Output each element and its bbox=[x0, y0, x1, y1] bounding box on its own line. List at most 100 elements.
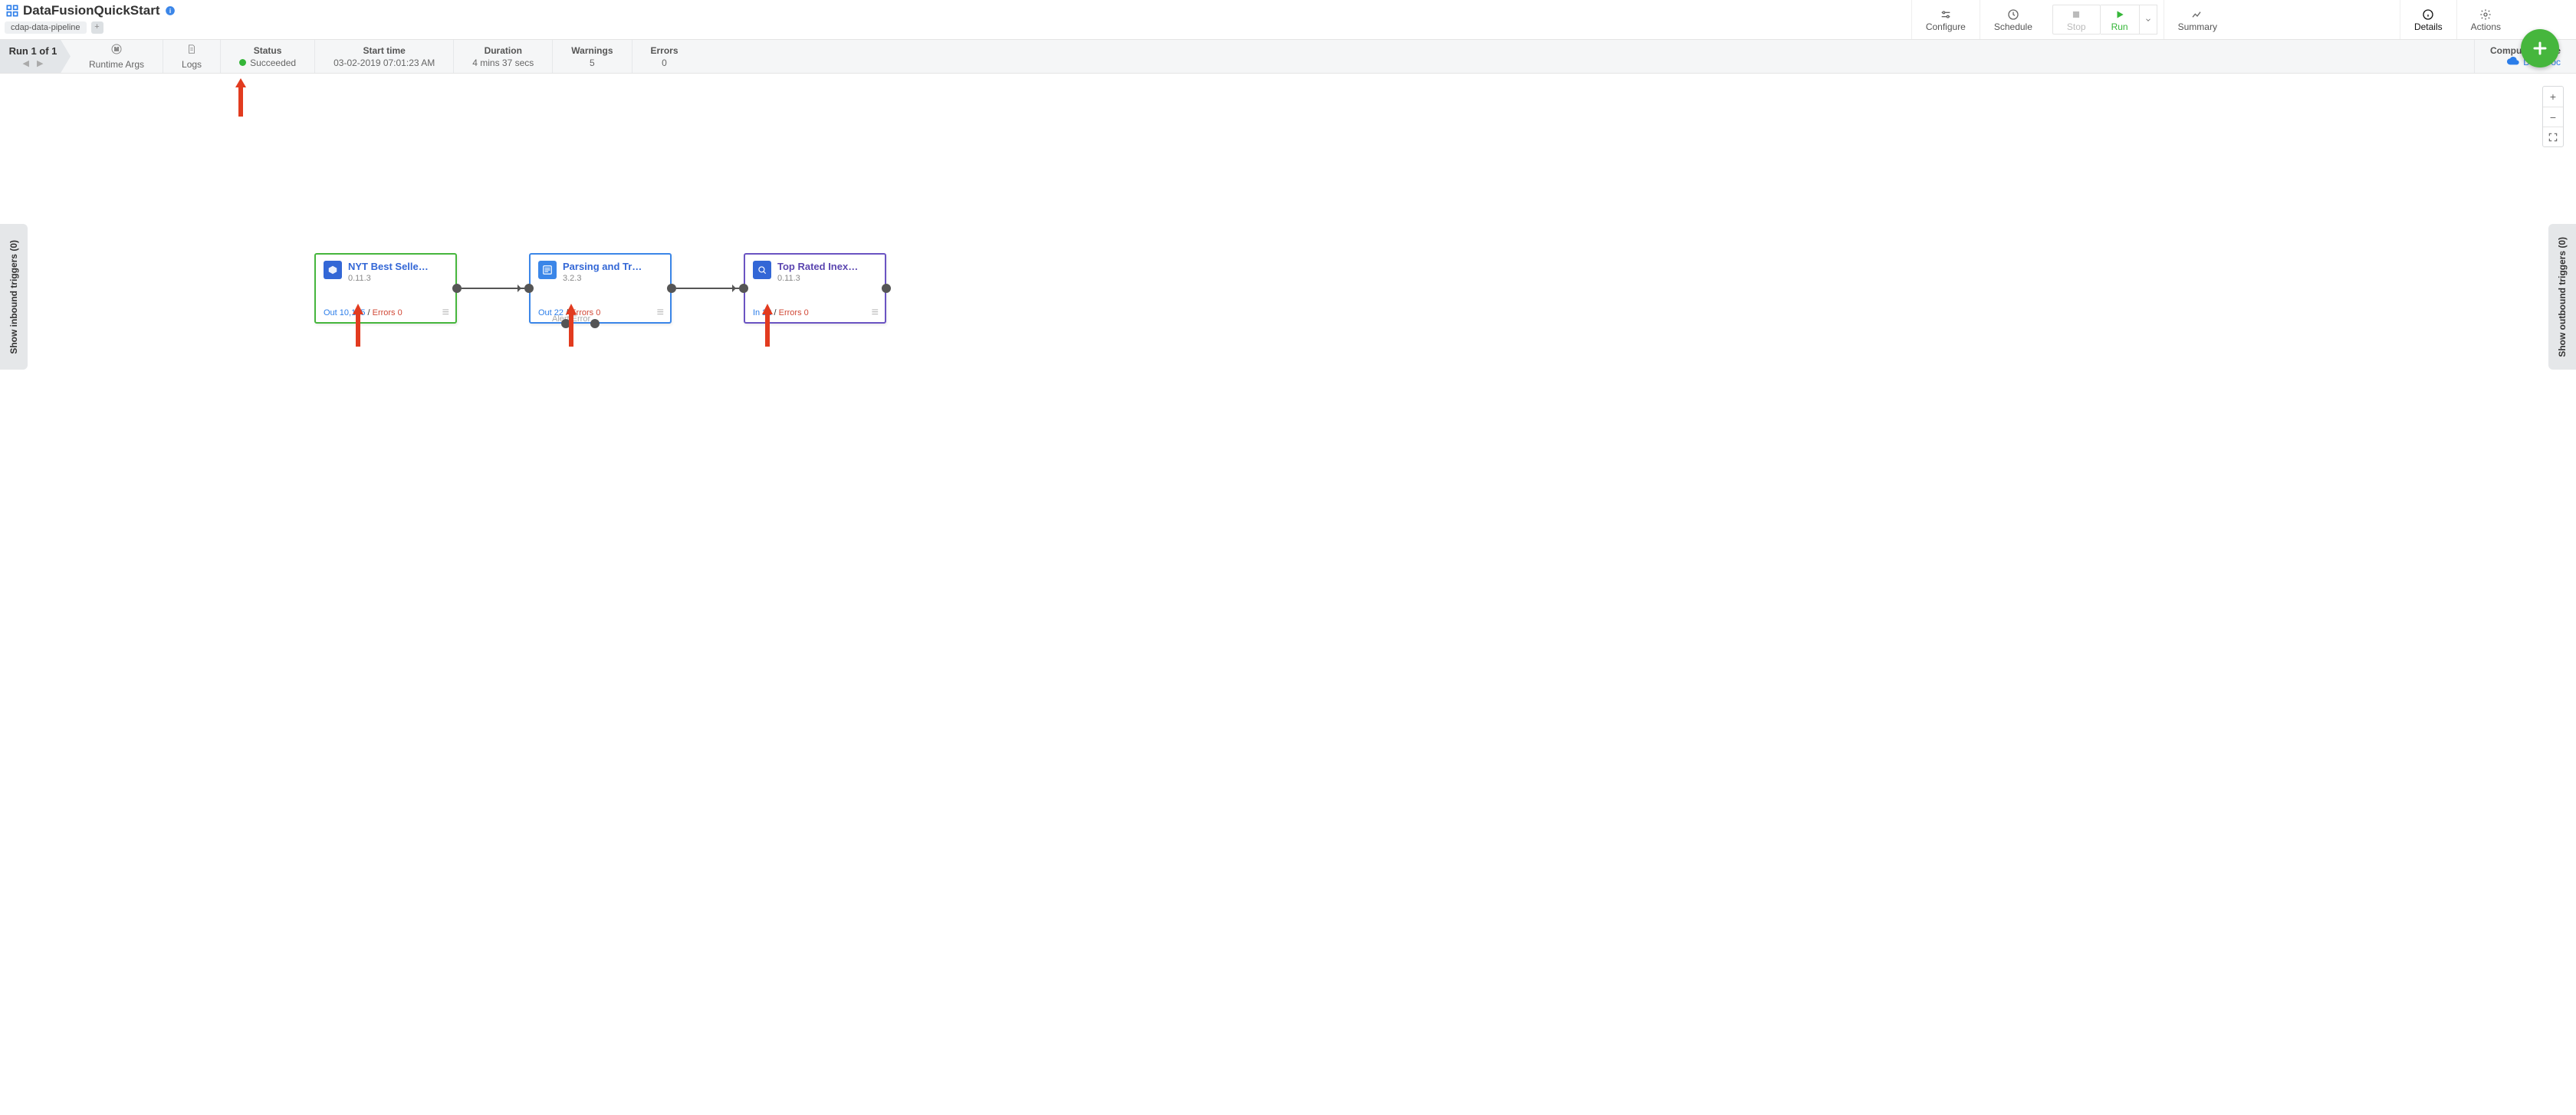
run-nav: Run 1 of 1 ◀ ▶ bbox=[0, 40, 71, 73]
status-cell: Status Succeeded bbox=[221, 40, 315, 73]
node-version: 3.2.3 bbox=[563, 274, 642, 283]
play-icon bbox=[2114, 8, 2125, 21]
logs-button[interactable]: Logs bbox=[163, 40, 221, 73]
svg-text:M: M bbox=[114, 46, 119, 53]
outbound-triggers-label: Show outbound triggers (0) bbox=[2557, 237, 2568, 357]
summary-label: Summary bbox=[2178, 21, 2217, 32]
clock-icon bbox=[2007, 8, 2019, 21]
node-input-port[interactable] bbox=[524, 284, 534, 293]
toolbar-gap bbox=[2231, 0, 2400, 39]
node-title: Top Rated Inex… bbox=[777, 261, 858, 272]
node-source[interactable]: NYT Best Selle… 0.11.3 Out 10,195 / Erro… bbox=[314, 253, 457, 324]
node-output-port[interactable] bbox=[882, 284, 891, 293]
outbound-triggers-tab[interactable]: Show outbound triggers (0) bbox=[2548, 224, 2576, 370]
actions-label: Actions bbox=[2471, 21, 2501, 32]
run-info-bar: Run 1 of 1 ◀ ▶ M Runtime Args Logs Statu… bbox=[0, 40, 2576, 74]
document-icon bbox=[186, 43, 197, 58]
edge-2-3 bbox=[676, 288, 739, 289]
cloud-icon bbox=[2507, 56, 2519, 67]
node-version: 0.11.3 bbox=[348, 274, 429, 283]
zoom-controls: + − bbox=[2542, 86, 2564, 147]
node-output-port[interactable] bbox=[667, 284, 676, 293]
duration-header: Duration bbox=[485, 45, 522, 56]
status-dot-icon bbox=[239, 59, 246, 66]
add-tag-button[interactable]: + bbox=[91, 21, 104, 34]
warnings-header: Warnings bbox=[571, 45, 613, 56]
tag-line: cdap-data-pipeline + bbox=[5, 21, 176, 34]
node-header: Top Rated Inex… 0.11.3 bbox=[753, 261, 877, 283]
warnings-value: 5 bbox=[590, 58, 595, 68]
fit-screen-button[interactable] bbox=[2543, 127, 2563, 146]
status-header: Status bbox=[254, 45, 282, 56]
schedule-button[interactable]: Schedule bbox=[1980, 0, 2046, 39]
plus-icon bbox=[2531, 39, 2549, 58]
duration-value: 4 mins 37 secs bbox=[472, 58, 534, 68]
details-button[interactable]: Details bbox=[2400, 0, 2456, 39]
duration-cell: Duration 4 mins 37 secs bbox=[454, 40, 553, 73]
fullscreen-icon bbox=[2548, 132, 2558, 143]
title-block: DataFusionQuickStart i cdap-data-pipelin… bbox=[0, 0, 183, 39]
status-value: Succeeded bbox=[250, 58, 296, 68]
node-menu-icon[interactable]: ≡ bbox=[872, 308, 879, 317]
caret-down-icon bbox=[2144, 16, 2152, 24]
top-header: DataFusionQuickStart i cdap-data-pipelin… bbox=[0, 0, 2576, 40]
inbound-triggers-tab[interactable]: Show inbound triggers (0) bbox=[0, 224, 28, 370]
node-errors: Errors 0 bbox=[373, 308, 402, 317]
runtime-args-button[interactable]: M Runtime Args bbox=[71, 40, 163, 73]
info-icon[interactable]: i bbox=[165, 5, 176, 16]
annotation-arrow-node2 bbox=[566, 304, 577, 347]
schedule-label: Schedule bbox=[1994, 21, 2032, 32]
pipeline-canvas[interactable]: + − Show inbound triggers (0) Show outbo… bbox=[0, 74, 2576, 1115]
node-menu-icon[interactable]: ≡ bbox=[657, 308, 664, 317]
stop-label: Stop bbox=[2067, 21, 2086, 32]
summary-button[interactable]: Summary bbox=[2164, 0, 2231, 39]
next-run-icon[interactable]: ▶ bbox=[37, 58, 43, 68]
pipeline-type-tag: cdap-data-pipeline bbox=[5, 21, 87, 34]
add-pipeline-fab[interactable] bbox=[2521, 29, 2559, 67]
node-output-port[interactable] bbox=[452, 284, 462, 293]
m-icon: M bbox=[110, 43, 123, 58]
node-title-wrap: Parsing and Tr… 3.2.3 bbox=[563, 261, 642, 283]
header-spacer bbox=[183, 0, 1911, 39]
prev-run-icon[interactable]: ◀ bbox=[23, 58, 29, 68]
edge-1-2 bbox=[462, 288, 524, 289]
inbound-triggers-label: Show inbound triggers (0) bbox=[8, 240, 19, 354]
node-title: Parsing and Tr… bbox=[563, 261, 642, 272]
svg-text:i: i bbox=[169, 8, 170, 15]
node-transform[interactable]: Parsing and Tr… 3.2.3 Out 22 / Errors 0 … bbox=[529, 253, 672, 324]
logs-label: Logs bbox=[182, 59, 202, 70]
annotation-arrow-node1 bbox=[353, 304, 363, 347]
stop-button: Stop bbox=[2052, 5, 2101, 35]
start-time-value: 03-02-2019 07:01:23 AM bbox=[334, 58, 435, 68]
configure-label: Configure bbox=[1926, 21, 1966, 32]
app-title-line: DataFusionQuickStart i bbox=[5, 3, 176, 18]
zoom-out-button[interactable]: − bbox=[2543, 107, 2563, 127]
node-version: 0.11.3 bbox=[777, 274, 858, 283]
sliders-icon bbox=[1940, 8, 1952, 21]
chart-line-icon bbox=[2191, 8, 2203, 21]
annotation-arrow-node3 bbox=[762, 304, 773, 347]
errors-value: 0 bbox=[662, 58, 667, 68]
start-time-header: Start time bbox=[363, 45, 405, 56]
errors-cell: Errors 0 bbox=[632, 40, 697, 73]
details-label: Details bbox=[2414, 21, 2443, 32]
run-dropdown[interactable] bbox=[2140, 5, 2157, 35]
node-header: Parsing and Tr… 3.2.3 bbox=[538, 261, 662, 283]
node-error-port[interactable] bbox=[590, 319, 600, 328]
run-nav-arrows[interactable]: ◀ ▶ bbox=[23, 58, 44, 68]
runtime-args-label: Runtime Args bbox=[89, 59, 144, 70]
node-menu-icon[interactable]: ≡ bbox=[442, 308, 449, 317]
configure-button[interactable]: Configure bbox=[1911, 0, 1980, 39]
gcs-source-icon bbox=[324, 261, 342, 279]
toolbar: Configure Schedule Stop Run bbox=[1911, 0, 2576, 39]
actions-button[interactable]: Actions bbox=[2456, 0, 2515, 39]
node-input-port[interactable] bbox=[739, 284, 748, 293]
bigquery-sink-icon bbox=[753, 261, 771, 279]
run-button[interactable]: Run bbox=[2101, 5, 2140, 35]
run-counter: Run 1 of 1 bbox=[9, 45, 58, 57]
zoom-in-button[interactable]: + bbox=[2543, 87, 2563, 107]
node-title: NYT Best Selle… bbox=[348, 261, 429, 272]
node-errors: Errors 0 bbox=[779, 308, 809, 317]
annotation-arrow-status bbox=[235, 78, 246, 117]
info-outline-icon bbox=[2422, 8, 2434, 21]
